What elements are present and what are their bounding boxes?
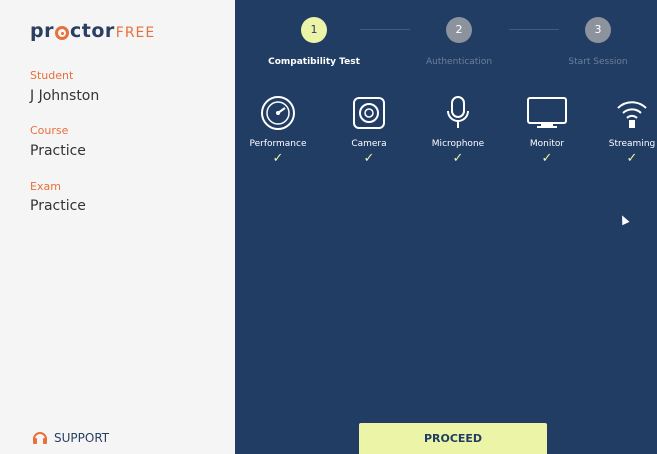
logo-o-icon xyxy=(54,26,69,40)
step-2-indicator: 2 xyxy=(446,17,472,43)
speedometer-icon xyxy=(261,96,295,130)
microphone-icon xyxy=(447,96,469,128)
camera-icon xyxy=(353,97,385,129)
check-streaming: Streaming ✓ xyxy=(592,95,657,166)
logo-text-free: FREE xyxy=(115,25,156,41)
step-3-indicator: 3 xyxy=(585,17,611,43)
check-label: Streaming xyxy=(608,139,656,149)
monitor-icon xyxy=(527,97,567,128)
wifi-icon xyxy=(617,101,647,128)
check-performance: Performance ✓ xyxy=(238,95,318,166)
check-label: Microphone xyxy=(431,139,485,149)
sidebar: pr ctorFREE Student J Johnston Course Pra… xyxy=(0,0,235,454)
check-mark-icon: ✓ xyxy=(452,151,464,166)
headset-icon xyxy=(33,432,47,444)
check-camera: Camera ✓ xyxy=(329,95,409,166)
step-connector-1 xyxy=(360,29,410,30)
exam-label: Exam xyxy=(30,180,61,193)
logo-text-pr: pr xyxy=(30,20,54,42)
student-value: J Johnston xyxy=(30,88,100,104)
exam-value: Practice xyxy=(30,198,86,214)
check-label: Camera xyxy=(351,139,387,149)
course-value: Practice xyxy=(30,143,86,159)
step-3-label: Start Session xyxy=(568,57,628,67)
check-mark-icon: ✓ xyxy=(541,151,553,166)
main-panel: 1 2 3 Compatibility Test Authentication … xyxy=(235,0,657,454)
check-mark-icon: ✓ xyxy=(272,151,284,166)
check-label: Performance xyxy=(249,139,307,149)
check-mark-icon: ✓ xyxy=(626,151,638,166)
check-label: Monitor xyxy=(529,139,565,149)
step-2-label: Authentication xyxy=(425,57,493,67)
check-microphone: Microphone ✓ xyxy=(418,95,498,166)
check-mark-icon: ✓ xyxy=(363,151,375,166)
proceed-button[interactable]: PROCEED xyxy=(359,423,547,454)
proctorfree-logo: pr ctorFREE xyxy=(30,20,155,42)
logo-text-ctor: ctor xyxy=(69,20,115,42)
course-label: Course xyxy=(30,124,69,137)
student-label: Student xyxy=(30,69,74,82)
support-link[interactable]: SUPPORT xyxy=(32,430,109,446)
check-monitor: Monitor ✓ xyxy=(507,95,587,166)
step-1-indicator: 1 xyxy=(301,17,327,43)
step-1-label: Compatibility Test xyxy=(268,57,360,67)
support-label: SUPPORT xyxy=(54,431,110,445)
step-connector-2 xyxy=(509,29,559,30)
